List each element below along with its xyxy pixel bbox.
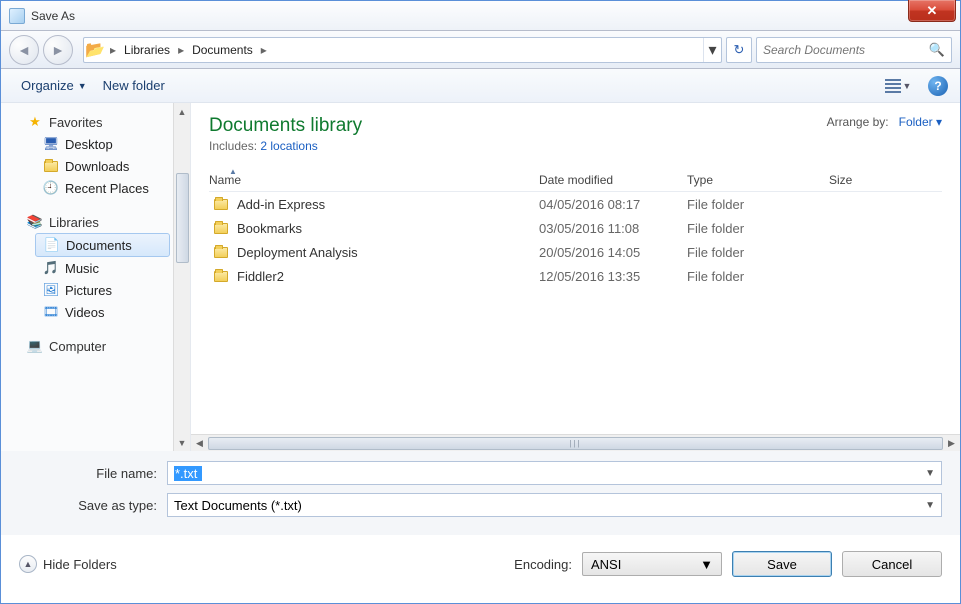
locations-link[interactable]: 2 locations — [260, 139, 317, 153]
file-list-pane: Documents library Includes: 2 locations … — [191, 103, 960, 451]
desktop-icon: 🖥 — [43, 136, 59, 152]
chevron-right-icon[interactable]: ▸ — [106, 43, 120, 57]
toolbar: Organize ▼ New folder ▼ ? — [1, 69, 960, 103]
view-icon — [885, 79, 901, 93]
sidebar-item-music[interactable]: 🎵Music — [1, 257, 190, 279]
column-headers[interactable]: ▲Name Date modified Type Size — [209, 167, 942, 192]
breadcrumb[interactable]: ▸ Libraries ▸ Documents ▸ — [106, 43, 271, 57]
scroll-right-icon[interactable]: ▶ — [943, 438, 960, 449]
search-box[interactable]: 🔍 — [756, 37, 952, 63]
folder-icon — [213, 196, 229, 212]
library-subtitle: Includes: 2 locations — [209, 139, 362, 153]
libraries-icon: 📚 — [27, 214, 43, 230]
sidebar-group-favorites[interactable]: ★Favorites — [1, 111, 190, 133]
encoding-label: Encoding: — [514, 557, 572, 572]
sidebar-scrollbar[interactable]: ▲ ▼ — [173, 103, 190, 451]
crumb-libraries[interactable]: Libraries — [120, 43, 174, 57]
library-title: Documents library — [209, 115, 362, 137]
scroll-up-icon[interactable]: ▲ — [174, 103, 190, 120]
caret-down-icon: ▼ — [78, 81, 87, 91]
refresh-button[interactable]: ↻ — [726, 37, 752, 63]
computer-icon: 💻 — [27, 338, 43, 354]
forward-button[interactable]: ► — [43, 35, 73, 65]
dialog-footer: ▲ Hide Folders Encoding: ANSI ▼ Save Can… — [1, 535, 960, 591]
hide-folders-button[interactable]: ▲ Hide Folders — [19, 555, 117, 573]
sidebar-item-videos[interactable]: 🎞Videos — [1, 301, 190, 323]
folder-path-icon: 📂 — [84, 40, 106, 60]
caret-down-icon: ▼ — [925, 500, 935, 511]
arrange-by: Arrange by: Folder ▾ — [827, 115, 942, 129]
documents-icon: 📄 — [44, 237, 60, 253]
sidebar-item-pictures[interactable]: 🖼Pictures — [1, 279, 190, 301]
sidebar-group-libraries[interactable]: 📚Libraries — [1, 211, 190, 233]
organize-label: Organize — [21, 78, 74, 93]
folder-icon — [213, 268, 229, 284]
folder-icon — [213, 244, 229, 260]
main-area: ★Favorites 🖥Desktop Downloads 🕘Recent Pl… — [1, 103, 960, 451]
videos-icon: 🎞 — [43, 304, 59, 320]
app-icon — [9, 8, 25, 24]
table-row[interactable]: Bookmarks 03/05/2016 11:08 File folder — [209, 216, 942, 240]
horizontal-scrollbar[interactable]: ◀ ||| ▶ — [191, 434, 960, 451]
saveastype-dropdown[interactable]: Text Documents (*.txt) ▼ — [167, 493, 942, 517]
back-button[interactable]: ◄ — [9, 35, 39, 65]
col-name[interactable]: ▲Name — [209, 173, 539, 187]
filename-field[interactable] — [174, 466, 202, 481]
col-type[interactable]: Type — [687, 173, 829, 187]
close-button[interactable]: ✕ — [908, 0, 956, 22]
filename-input[interactable]: ▼ — [167, 461, 942, 485]
chevron-right-icon[interactable]: ▸ — [174, 43, 188, 57]
encoding-dropdown[interactable]: ANSI ▼ — [582, 552, 722, 576]
sidebar-group-computer[interactable]: 💻Computer — [1, 335, 190, 357]
organize-button[interactable]: Organize ▼ — [13, 74, 95, 97]
table-row[interactable]: Add-in Express 04/05/2016 08:17 File fol… — [209, 192, 942, 216]
new-folder-button[interactable]: New folder — [95, 74, 173, 97]
save-button[interactable]: Save — [732, 551, 832, 577]
address-dropdown[interactable]: ▾ — [703, 38, 721, 62]
pictures-icon: 🖼 — [43, 282, 59, 298]
caret-down-icon: ▼ — [700, 557, 713, 572]
arrange-by-dropdown[interactable]: Folder ▾ — [899, 115, 942, 129]
sidebar-item-recent[interactable]: 🕘Recent Places — [1, 177, 190, 199]
recent-icon: 🕘 — [43, 180, 59, 196]
sidebar: ★Favorites 🖥Desktop Downloads 🕘Recent Pl… — [1, 103, 191, 451]
scroll-thumb[interactable]: ||| — [208, 437, 943, 450]
saveastype-label: Save as type: — [19, 498, 167, 513]
table-row[interactable]: Deployment Analysis 20/05/2016 14:05 Fil… — [209, 240, 942, 264]
table-row[interactable]: Fiddler2 12/05/2016 13:35 File folder — [209, 264, 942, 288]
caret-down-icon: ▼ — [903, 81, 912, 91]
save-form: File name: ▼ Save as type: Text Document… — [1, 451, 960, 535]
cancel-button[interactable]: Cancel — [842, 551, 942, 577]
chevron-right-icon[interactable]: ▸ — [257, 43, 271, 57]
nav-bar: ◄ ► 📂 ▸ Libraries ▸ Documents ▸ ▾ ↻ 🔍 — [1, 31, 960, 69]
filename-label: File name: — [19, 466, 167, 481]
title-bar: Save As ✕ — [1, 1, 960, 31]
window-title: Save As — [31, 9, 75, 23]
star-icon: ★ — [27, 114, 43, 130]
view-button[interactable]: ▼ — [878, 75, 918, 97]
sort-asc-icon: ▲ — [229, 167, 237, 176]
col-date[interactable]: Date modified — [539, 173, 687, 187]
crumb-documents[interactable]: Documents — [188, 43, 257, 57]
sidebar-item-downloads[interactable]: Downloads — [1, 155, 190, 177]
folder-icon — [213, 220, 229, 236]
col-size[interactable]: Size — [829, 173, 942, 187]
address-bar[interactable]: 📂 ▸ Libraries ▸ Documents ▸ ▾ — [83, 37, 722, 63]
scroll-left-icon[interactable]: ◀ — [191, 438, 208, 449]
music-icon: 🎵 — [43, 260, 59, 276]
caret-down-icon[interactable]: ▼ — [925, 468, 935, 479]
scroll-thumb[interactable] — [176, 173, 189, 263]
help-button[interactable]: ? — [928, 76, 948, 96]
sidebar-item-desktop[interactable]: 🖥Desktop — [1, 133, 190, 155]
collapse-icon: ▲ — [19, 555, 37, 573]
sidebar-item-documents[interactable]: 📄Documents — [35, 233, 170, 257]
folder-icon — [43, 158, 59, 174]
scroll-down-icon[interactable]: ▼ — [174, 434, 190, 451]
file-rows: Add-in Express 04/05/2016 08:17 File fol… — [209, 192, 942, 288]
search-input[interactable] — [763, 43, 929, 57]
search-icon: 🔍 — [929, 42, 945, 58]
new-folder-label: New folder — [103, 78, 165, 93]
